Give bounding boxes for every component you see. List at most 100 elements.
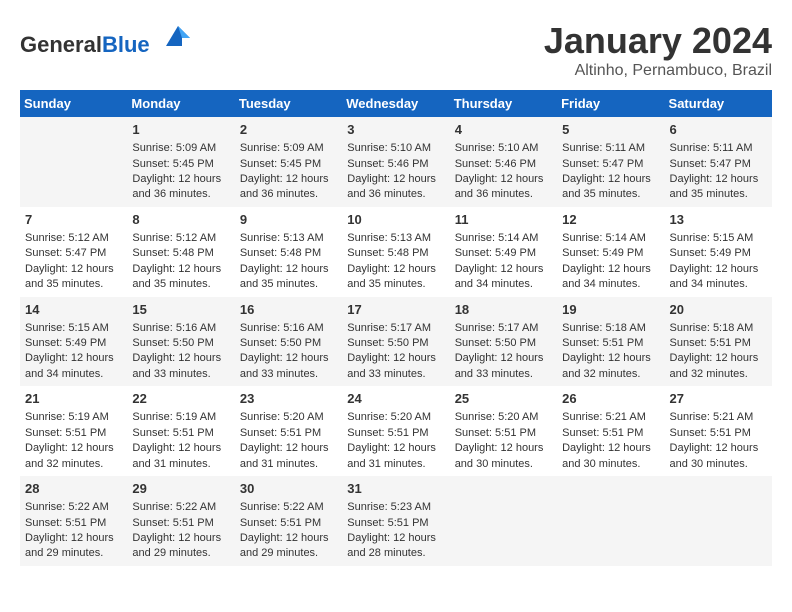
calendar-header: SundayMondayTuesdayWednesdayThursdayFrid… xyxy=(20,90,772,117)
day-info-line: Daylight: 12 hours xyxy=(455,441,552,456)
day-info-line: Sunrise: 5:16 AM xyxy=(240,321,337,336)
day-info-line: Sunset: 5:49 PM xyxy=(562,246,659,261)
day-number: 13 xyxy=(670,211,767,229)
day-number: 15 xyxy=(132,301,229,319)
day-info-line: Sunrise: 5:20 AM xyxy=(455,410,552,425)
day-number: 27 xyxy=(670,390,767,408)
day-info-line: Sunset: 5:50 PM xyxy=(132,336,229,351)
calendar-cell: 26Sunrise: 5:21 AMSunset: 5:51 PMDayligh… xyxy=(557,386,664,476)
calendar-cell: 12Sunrise: 5:14 AMSunset: 5:49 PMDayligh… xyxy=(557,207,664,297)
day-info-line: Sunrise: 5:14 AM xyxy=(562,231,659,246)
calendar-cell: 2 Sunrise: 5:09 AMSunset: 5:45 PMDaylight… xyxy=(235,117,342,207)
day-info-line: Sunrise: 5:16 AM xyxy=(132,321,229,336)
day-info-line: and 32 minutes. xyxy=(562,367,659,382)
week-row-0: 1Sunrise: 5:09 AMSunset: 5:45 PMDaylight… xyxy=(20,117,772,207)
calendar-cell xyxy=(557,476,664,566)
calendar-cell xyxy=(450,476,557,566)
day-info-line: Daylight: 12 hours xyxy=(455,172,552,187)
day-number: 24 xyxy=(347,390,444,408)
day-info-line: and 35 minutes. xyxy=(562,187,659,202)
calendar-cell: 21Sunrise: 5:19 AMSunset: 5:51 PMDayligh… xyxy=(20,386,127,476)
calendar-cell: 13Sunrise: 5:15 AMSunset: 5:49 PMDayligh… xyxy=(665,207,772,297)
day-info-line: and 36 minutes. xyxy=(455,187,552,202)
day-info-line: Sunset: 5:46 PM xyxy=(455,157,552,172)
day-info-line: and 33 minutes. xyxy=(347,367,444,382)
day-info-line: Daylight: 12 hours xyxy=(562,262,659,277)
week-row-3: 21Sunrise: 5:19 AMSunset: 5:51 PMDayligh… xyxy=(20,386,772,476)
day-info-line: Sunrise: 5:20 AM xyxy=(347,410,444,425)
day-info-line: Daylight: 12 hours xyxy=(347,262,444,277)
calendar-cell: 25Sunrise: 5:20 AMSunset: 5:51 PMDayligh… xyxy=(450,386,557,476)
calendar-cell: 30Sunrise: 5:22 AMSunset: 5:51 PMDayligh… xyxy=(235,476,342,566)
day-info-line: Sunrise: 5:14 AM xyxy=(455,231,552,246)
day-info-line: Sunset: 5:49 PM xyxy=(455,246,552,261)
page-header: GeneralBlue January 2024 Altinho, Pernam… xyxy=(20,20,772,80)
day-info-line: Sunrise: 5:19 AM xyxy=(132,410,229,425)
calendar-cell: 29Sunrise: 5:22 AMSunset: 5:51 PMDayligh… xyxy=(127,476,234,566)
day-info-line: Sunset: 5:47 PM xyxy=(25,246,122,261)
day-info-line: and 32 minutes. xyxy=(670,367,767,382)
day-number: 7 xyxy=(25,211,122,229)
day-info-line: Sunrise: 5:12 AM xyxy=(132,231,229,246)
calendar-cell xyxy=(20,117,127,207)
day-info-line: Sunrise: 5:22 AM xyxy=(25,500,122,515)
day-info-line: Sunset: 5:50 PM xyxy=(347,336,444,351)
logo-text: GeneralBlue xyxy=(20,20,190,57)
day-info-line: and 31 minutes. xyxy=(132,457,229,472)
day-info-line: Daylight: 12 hours xyxy=(347,441,444,456)
day-number: 31 xyxy=(347,480,444,498)
week-row-4: 28Sunrise: 5:22 AMSunset: 5:51 PMDayligh… xyxy=(20,476,772,566)
day-info-line: Daylight: 12 hours xyxy=(670,441,767,456)
day-number: 28 xyxy=(25,480,122,498)
day-number: 11 xyxy=(455,211,552,229)
day-info-line: and 36 minutes. xyxy=(132,187,229,202)
day-info-line: and 29 minutes. xyxy=(25,546,122,561)
day-info-line: Sunrise: 5:18 AM xyxy=(562,321,659,336)
day-number: 6 xyxy=(670,121,767,139)
calendar-cell: 28 Sunrise: 5:22 AMSunset: 5:51 PMDayligh… xyxy=(20,476,127,566)
day-info-line: Daylight: 12 hours xyxy=(455,262,552,277)
day-number: 23 xyxy=(240,390,337,408)
day-number: 16 xyxy=(240,301,337,319)
day-info-line: Daylight: 12 hours xyxy=(25,351,122,366)
title-block: January 2024 Altinho, Pernambuco, Brazil xyxy=(544,20,772,80)
day-info-line: Sunrise: 5:09 AM xyxy=(132,141,229,156)
day-info-line: Sunset: 5:46 PM xyxy=(347,157,444,172)
day-info-line: Sunset: 5:47 PM xyxy=(562,157,659,172)
day-info-line: Sunset: 5:49 PM xyxy=(25,336,122,351)
day-info-line: and 30 minutes. xyxy=(455,457,552,472)
day-info-line: and 32 minutes. xyxy=(25,457,122,472)
day-info-line: Sunset: 5:48 PM xyxy=(240,246,337,261)
header-tuesday: Tuesday xyxy=(235,90,342,117)
day-info-line: and 29 minutes. xyxy=(240,546,337,561)
calendar-cell: 4Sunrise: 5:10 AMSunset: 5:46 PMDaylight… xyxy=(450,117,557,207)
day-info-line: Daylight: 12 hours xyxy=(132,172,229,187)
calendar-cell: 6Sunrise: 5:11 AMSunset: 5:47 PMDaylight… xyxy=(665,117,772,207)
day-info-line: Sunset: 5:47 PM xyxy=(670,157,767,172)
calendar-cell: 23Sunrise: 5:20 AMSunset: 5:51 PMDayligh… xyxy=(235,386,342,476)
day-info-line: Sunset: 5:45 PM xyxy=(240,157,337,172)
day-number: 30 xyxy=(240,480,337,498)
calendar-cell: 31Sunrise: 5:23 AMSunset: 5:51 PMDayligh… xyxy=(342,476,449,566)
day-info-line: Sunset: 5:51 PM xyxy=(25,516,122,531)
day-info-line: Sunrise: 5:09 AM xyxy=(240,141,337,156)
day-info-line: Sunset: 5:51 PM xyxy=(562,336,659,351)
day-number: 19 xyxy=(562,301,659,319)
day-info-line: Sunset: 5:51 PM xyxy=(562,426,659,441)
day-info-line: Sunset: 5:50 PM xyxy=(455,336,552,351)
day-info-line: Daylight: 12 hours xyxy=(132,531,229,546)
day-info-line: and 35 minutes. xyxy=(240,277,337,292)
calendar-table: SundayMondayTuesdayWednesdayThursdayFrid… xyxy=(20,90,772,566)
day-info-line: Sunset: 5:48 PM xyxy=(347,246,444,261)
day-info-line: Sunrise: 5:11 AM xyxy=(670,141,767,156)
header-wednesday: Wednesday xyxy=(342,90,449,117)
day-number: 2 xyxy=(240,121,337,139)
day-info-line: Sunset: 5:51 PM xyxy=(670,426,767,441)
day-info-line: Daylight: 12 hours xyxy=(25,531,122,546)
day-info-line: Sunset: 5:51 PM xyxy=(347,516,444,531)
day-info-line: Sunset: 5:51 PM xyxy=(240,426,337,441)
day-info-line: Daylight: 12 hours xyxy=(562,351,659,366)
header-monday: Monday xyxy=(127,90,234,117)
day-info-line: Daylight: 12 hours xyxy=(240,172,337,187)
day-info-line: Sunrise: 5:21 AM xyxy=(670,410,767,425)
